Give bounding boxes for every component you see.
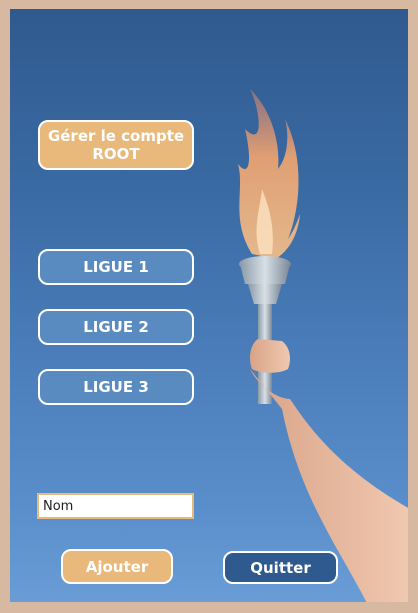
ligue-2-button[interactable]: LIGUE 2 xyxy=(38,309,194,345)
manage-root-account-button[interactable]: Gérer le compte ROOT xyxy=(38,120,194,170)
name-input[interactable] xyxy=(37,493,194,519)
ligue-3-button[interactable]: LIGUE 3 xyxy=(38,369,194,405)
add-button[interactable]: Ajouter xyxy=(61,549,173,584)
ligue-1-button[interactable]: LIGUE 1 xyxy=(38,249,194,285)
torch-background-image xyxy=(238,89,408,602)
app-window: Gérer le compte ROOT LIGUE 1 LIGUE 2 LIG… xyxy=(10,9,408,602)
quit-button[interactable]: Quitter xyxy=(223,551,338,584)
